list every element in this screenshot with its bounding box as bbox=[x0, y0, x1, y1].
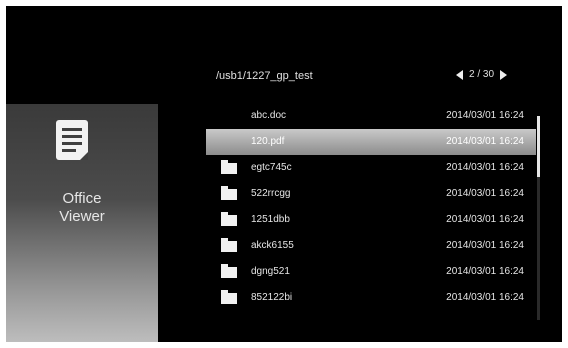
file-date: 2014/03/01 16:24 bbox=[446, 188, 524, 199]
app-name-line2: Viewer bbox=[59, 208, 105, 225]
file-name: dgng521 bbox=[251, 266, 290, 277]
folder-row[interactable]: 1251dbb 2014/03/01 16:24 bbox=[206, 207, 536, 233]
page-indicator: 2 / 30 bbox=[469, 69, 495, 80]
file-date: 2014/03/01 16:24 bbox=[446, 110, 524, 121]
file-name: abc.doc bbox=[251, 110, 287, 121]
file-date: 2014/03/01 16:24 bbox=[446, 162, 524, 173]
file-name: akck6155 bbox=[251, 240, 294, 251]
file-date: 2014/03/01 16:24 bbox=[446, 136, 524, 147]
prev-page-icon[interactable] bbox=[456, 69, 463, 80]
current-path: /usb1/1227_gp_test bbox=[216, 70, 313, 82]
scrollbar-thumb[interactable] bbox=[537, 116, 540, 177]
document-icon bbox=[56, 120, 88, 160]
file-name: 120.pdf bbox=[251, 136, 285, 147]
folder-row[interactable]: 852122bi 2014/03/01 16:24 bbox=[206, 285, 536, 311]
folder-icon bbox=[221, 212, 237, 226]
folder-icon bbox=[221, 160, 237, 174]
file-date: 2014/03/01 16:24 bbox=[446, 214, 524, 225]
next-page-icon[interactable] bbox=[500, 69, 508, 80]
file-name: egtc745c bbox=[251, 162, 292, 173]
file-date: 2014/03/01 16:24 bbox=[446, 266, 524, 277]
file-date: 2014/03/01 16:24 bbox=[446, 240, 524, 251]
folder-icon bbox=[221, 186, 237, 200]
file-name: 1251dbb bbox=[251, 214, 290, 225]
folder-row[interactable]: dgng521 2014/03/01 16:24 bbox=[206, 259, 536, 285]
folder-row[interactable]: akck6155 2014/03/01 16:24 bbox=[206, 233, 536, 259]
file-name: 852122bi bbox=[251, 292, 293, 303]
folder-row[interactable]: 522rrcgg 2014/03/01 16:24 bbox=[206, 181, 536, 207]
file-row[interactable]: abc.doc 2014/03/01 16:24 bbox=[206, 103, 536, 129]
file-row[interactable]: 120.pdf 2014/03/01 16:24 bbox=[206, 129, 536, 155]
folder-icon bbox=[221, 290, 237, 304]
pager: 2 / 30 bbox=[456, 69, 508, 80]
file-date: 2014/03/01 16:24 bbox=[446, 292, 524, 303]
sidebar: Office Viewer bbox=[6, 104, 158, 342]
file-list: abc.doc 2014/03/01 16:24 120.pdf 2014/03/01… bbox=[206, 103, 536, 311]
app-name-line1: Office bbox=[62, 190, 102, 207]
folder-row[interactable]: egtc745c 2014/03/01 16:24 bbox=[206, 155, 536, 181]
screen: Office Viewer /usb1/1227_gp_test 2 / 30 … bbox=[6, 6, 562, 342]
folder-icon bbox=[221, 264, 237, 278]
file-name: 522rrcgg bbox=[251, 188, 291, 199]
app-name: Office Viewer bbox=[6, 190, 158, 226]
folder-icon bbox=[221, 238, 237, 252]
